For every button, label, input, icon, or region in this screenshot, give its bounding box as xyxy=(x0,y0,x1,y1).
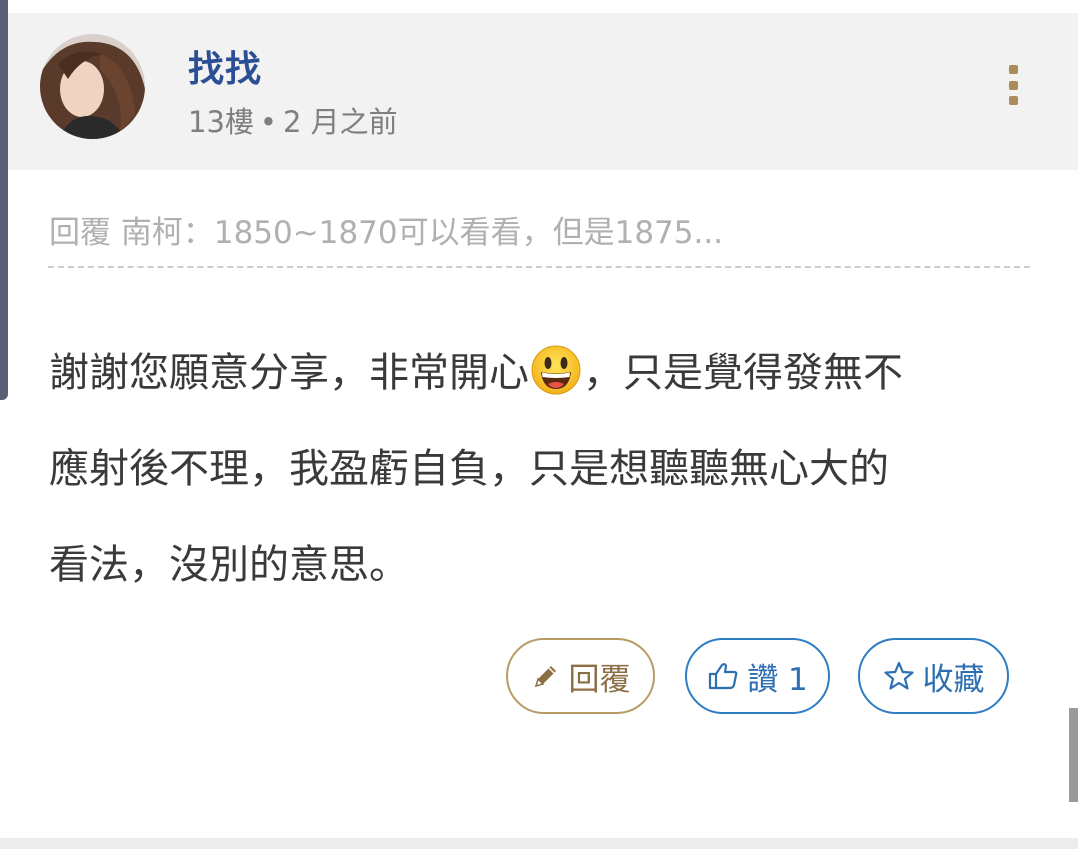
dashed-divider xyxy=(48,266,1030,268)
reply-button[interactable]: 回覆 xyxy=(506,638,655,714)
like-button[interactable]: 讚 1 xyxy=(685,638,830,714)
avatar[interactable] xyxy=(40,34,145,139)
star-icon xyxy=(883,661,914,690)
post-content: 謝謝您願意分享，非常開心 ，只是覺得發無不 應射後不理，我盈虧自負，只是想聽聽無… xyxy=(49,325,1024,613)
like-label: 讚 1 xyxy=(747,661,808,698)
content-line: 看法，沒別的意思。 xyxy=(49,542,409,588)
username[interactable]: 找找 xyxy=(188,40,262,92)
post-meta: 13樓 • 2 月之前 xyxy=(188,99,398,141)
content-line: 謝謝您願意分享，非常開心 ，只是覺得發無不 xyxy=(49,325,1024,421)
post-time: 2 月之前 xyxy=(283,105,398,139)
reply-label: 回覆 xyxy=(568,661,631,698)
floor-number: 13樓 xyxy=(188,105,254,139)
bottom-separator xyxy=(0,838,1078,849)
post-header: 找找 13樓 • 2 月之前 xyxy=(8,13,1078,170)
scrollbar-thumb[interactable] xyxy=(1069,708,1078,802)
thumbs-up-icon xyxy=(709,663,738,690)
content-line: 應射後不理，我盈虧自負，只是想聽聽無心大的 xyxy=(49,446,889,492)
favorite-button[interactable]: 收藏 xyxy=(858,638,1009,714)
pencil-icon xyxy=(534,666,556,688)
meta-separator: • xyxy=(259,105,278,139)
grinning-face-emoji-icon xyxy=(531,334,581,395)
avatar-image xyxy=(40,34,145,139)
favorite-label: 收藏 xyxy=(922,661,985,698)
top-strip xyxy=(0,0,1078,13)
more-vertical-icon xyxy=(1008,65,1018,74)
left-edge-tab xyxy=(0,0,8,400)
quoted-reply: 回覆 南柯：1850~1870可以看看，但是1875... xyxy=(49,215,724,251)
more-options-button[interactable] xyxy=(998,65,1028,105)
